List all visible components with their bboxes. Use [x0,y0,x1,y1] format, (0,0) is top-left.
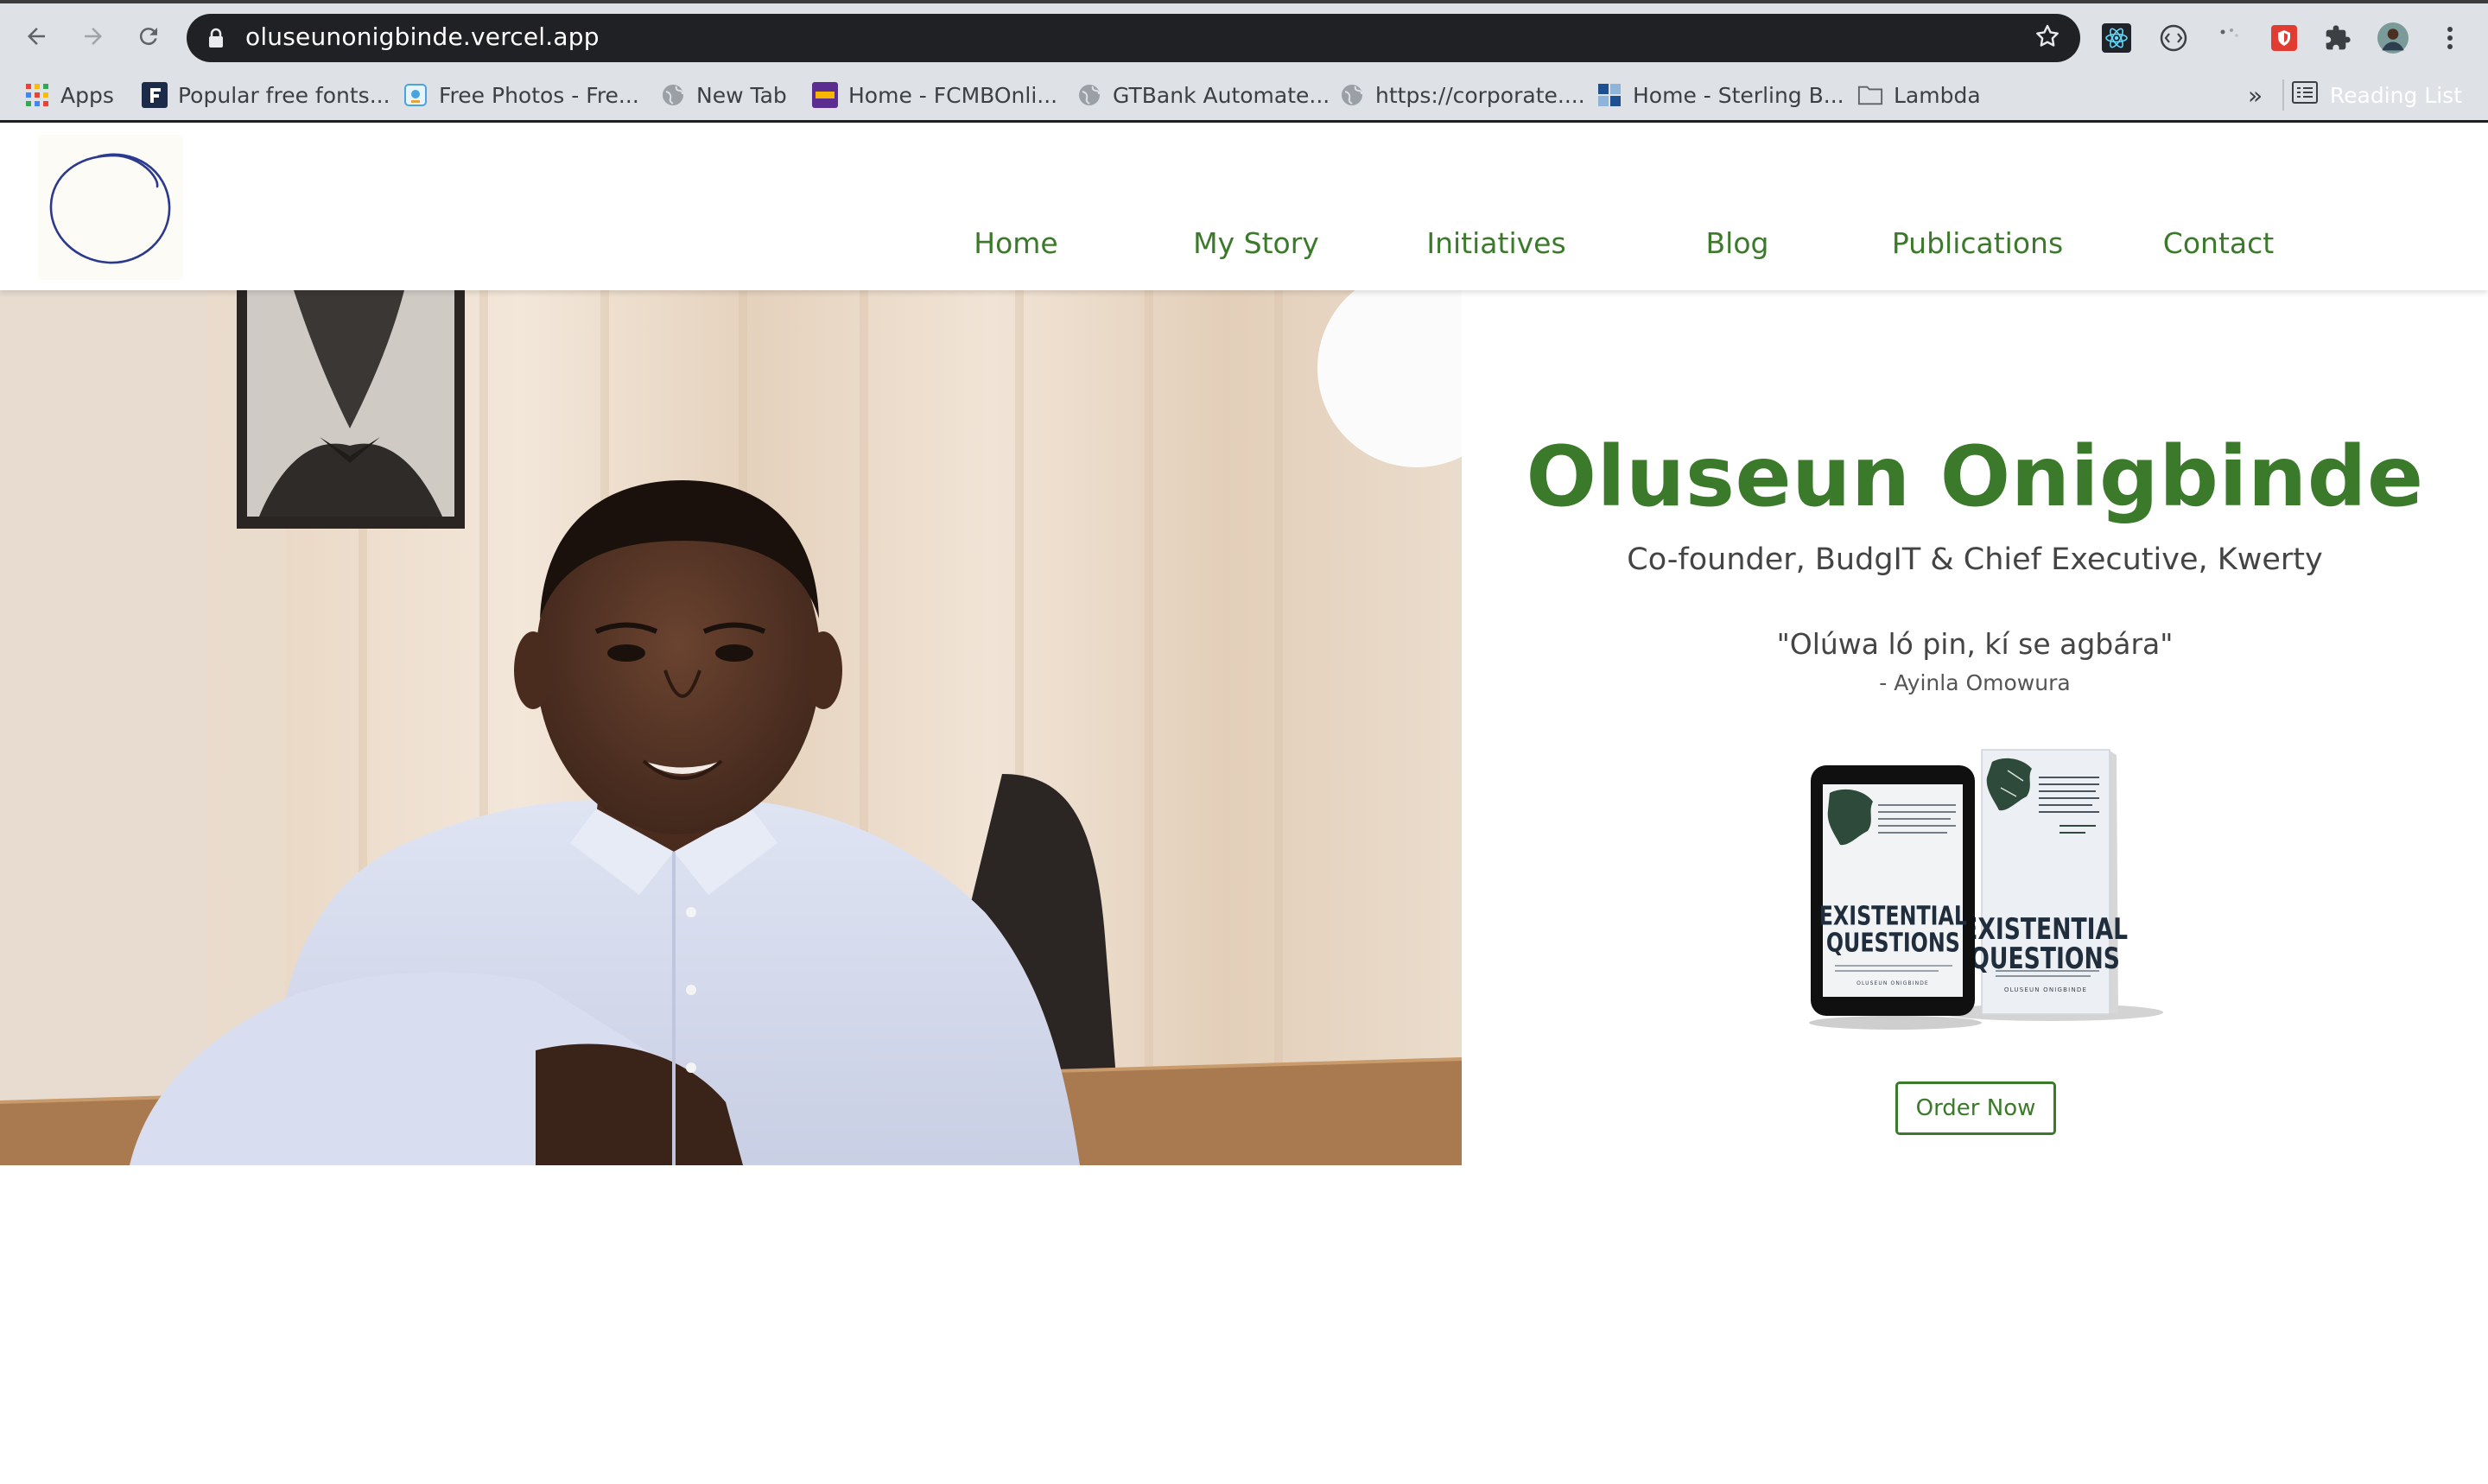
shield-extension-icon[interactable] [2269,22,2300,54]
fonts-favicon [142,82,168,108]
address-url[interactable]: oluseunonigbinde.vercel.app [245,22,600,51]
bookmark-star-icon[interactable] [2034,22,2061,54]
bookmark-corporate[interactable]: https://corporate.... [1339,78,1585,112]
bookmark-lambda[interactable]: Lambda [1857,78,1981,112]
back-button[interactable] [19,19,54,54]
hero-quote: "Olúwa ló pin, kí se agbára" [1776,627,2174,661]
book-cover-image: EXISTENTIAL QUESTIONS OLUSEUN ONIGBINDE … [1800,736,2180,1038]
bookmarks-overflow-button[interactable]: » [2248,78,2263,112]
hero-name: Oluseun Onigbinde [1526,428,2424,525]
hero-role: Co-founder, BudgIT & Chief Executive, Kw… [1627,542,2323,577]
book-author: OLUSEUN ONIGBINDE [2004,986,2087,993]
bookmark-label: Popular free fonts... [178,82,390,108]
react-devtools-icon[interactable] [2101,22,2132,54]
bookmark-label: Lambda [1894,82,1981,108]
folder-icon [1857,82,1883,108]
nav-home[interactable]: Home [974,226,1057,260]
reading-list-button[interactable]: Reading List [2291,78,2462,112]
reload-icon [139,28,157,46]
profile-avatar[interactable] [2377,22,2409,54]
photos-favicon [403,82,428,108]
bookmark-label: New Tab [696,82,787,108]
browser-chrome: oluseunonigbinde.vercel.app Apps Popular… [0,0,2488,123]
bookmark-free-photos[interactable]: Free Photos - Fre... [403,78,639,112]
tablet-title-line1: EXISTENTIAL [1819,902,1967,931]
tablet-title-line2: QUESTIONS [1826,929,1960,958]
globe-icon [1076,82,1102,108]
bookmark-new-tab[interactable]: New Tab [660,78,787,112]
bookmark-sterling[interactable]: Home - Sterling B... [1596,78,1844,112]
nav-blog[interactable]: Blog [1706,226,1769,260]
bookmark-label: Free Photos - Fre... [439,82,639,108]
arrow-right-icon [85,28,102,45]
bookmark-label: Home - FCMBOnli... [848,82,1058,108]
hero-intro: Oluseun Onigbinde Co-founder, BudgIT & C… [1462,290,2488,1165]
bookmark-gtbank[interactable]: GTBank Automate... [1076,78,1330,112]
bookmark-label: https://corporate.... [1375,82,1585,108]
fcmb-favicon [812,82,838,108]
order-now-button[interactable]: Order Now [1895,1081,2056,1135]
reading-list-label: Reading List [2329,82,2462,108]
globe-icon [1339,82,1365,108]
nav-initiatives[interactable]: Initiatives [1426,226,1565,260]
reading-list-icon [2291,81,2318,109]
bookmarks-divider [2282,79,2284,111]
bookmark-apps[interactable]: Apps [24,78,114,112]
globe-icon [660,82,686,108]
nav-my-story[interactable]: My Story [1193,226,1319,260]
bookmark-fcmb[interactable]: Home - FCMBOnli... [812,78,1057,112]
site-logo[interactable] [38,135,183,280]
nav-contact[interactable]: Contact [2163,226,2274,260]
site-header: Home My Story Initiatives Blog Publicati… [0,123,2488,290]
tablet-author: OLUSEUN ONIGBINDE [1856,980,1929,986]
nav-publications[interactable]: Publications [1892,226,2063,260]
forward-button[interactable] [76,19,111,54]
quote-attribution: - Ayinla Omowura [1879,670,2071,695]
kebab-menu-icon[interactable] [2434,22,2466,54]
code-extension-icon[interactable] [2158,22,2189,54]
bookmarks-bar: Apps Popular free fonts... Free Photos -… [0,69,2488,121]
bookmark-label: GTBank Automate... [1113,82,1330,108]
arrow-left-icon [28,28,45,45]
reload-button[interactable] [131,19,166,54]
sterling-favicon [1596,82,1622,108]
bookmark-label: Home - Sterling B... [1633,82,1844,108]
apps-grid-icon [24,82,50,108]
hero-portrait-photo [0,290,1462,1165]
circle-logo [49,153,171,264]
bookmark-fonts[interactable]: Popular free fonts... [142,78,390,112]
loading-extension-icon[interactable] [2213,22,2244,54]
bookmark-label: Apps [60,82,114,108]
browser-toolbar: oluseunonigbinde.vercel.app [0,3,2488,66]
puzzle-extensions-icon[interactable] [2322,22,2353,54]
lock-icon [207,28,225,53]
